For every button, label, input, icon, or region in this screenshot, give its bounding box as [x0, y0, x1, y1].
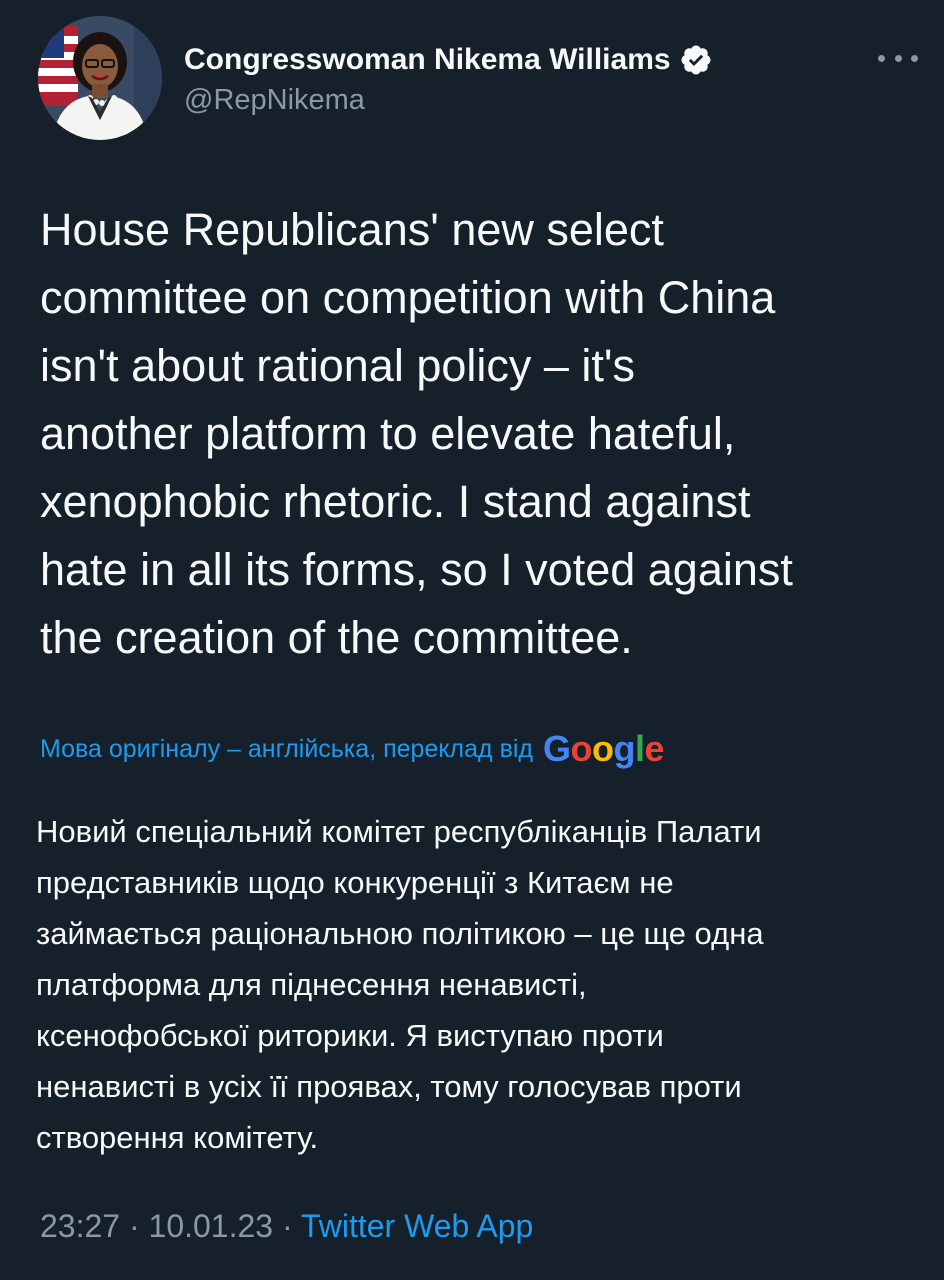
- translated-text-line: займається раціональною політикою – це щ…: [36, 916, 764, 951]
- more-options-icon[interactable]: [878, 48, 918, 68]
- meta-separator: ·: [281, 1208, 293, 1244]
- tweet-text-line: hate in all its forms, so I voted agains…: [40, 544, 793, 595]
- more-dot: [894, 54, 902, 62]
- translated-text-line: Новий спеціальний комітет республіканців…: [36, 814, 762, 849]
- translated-text-line: ненависті в усіх її проявах, тому голосу…: [36, 1069, 742, 1104]
- tweet-text-line: xenophobic rhetoric. I stand against: [40, 476, 751, 527]
- tweet-date[interactable]: 10.01.23: [149, 1208, 274, 1244]
- translated-text: Новий спеціальний комітет республіканців…: [36, 806, 926, 1163]
- more-dot: [911, 54, 918, 62]
- verified-badge-icon: [679, 43, 713, 77]
- tweet-meta: 23:27 · 10.01.23 · Twitter Web App: [40, 1208, 533, 1245]
- meta-separator: ·: [128, 1208, 140, 1244]
- google-logo-letter: o: [570, 728, 593, 769]
- tweet-text-line: House Republicans' new select: [40, 204, 664, 255]
- google-logo-letter: e: [644, 728, 665, 769]
- tweet-text-line: another platform to elevate hateful,: [40, 408, 736, 459]
- google-logo: Google: [543, 728, 665, 770]
- more-dot: [878, 54, 885, 62]
- display-name-row: Congresswoman Nikema Williams: [184, 40, 713, 80]
- translated-text-line: створення комітету.: [36, 1120, 319, 1155]
- avatar[interactable]: [38, 16, 162, 140]
- google-logo-letter: G: [543, 728, 571, 769]
- google-logo-letter: o: [592, 728, 614, 769]
- google-logo-letter: g: [613, 728, 636, 769]
- translated-text-line: представників щодо конкуренції з Китаєм …: [36, 865, 674, 900]
- tweet-header: Congresswoman Nikema Williams @RepNikema: [38, 16, 918, 142]
- tweet-source-link[interactable]: Twitter Web App: [301, 1208, 533, 1244]
- translation-label[interactable]: Мова оригіналу – англійська, переклад ві…: [40, 735, 533, 764]
- translated-text-line: ксенофобської риторики. Я виступаю проти: [36, 1018, 664, 1053]
- tweet-text-line: isn't about rational policy – it's: [40, 340, 635, 391]
- display-name[interactable]: Congresswoman Nikema Williams: [184, 43, 671, 77]
- author-names: Congresswoman Nikema Williams @RepNikema: [184, 40, 713, 117]
- translation-attribution[interactable]: Мова оригіналу – англійська, переклад ві…: [40, 726, 665, 772]
- google-logo-letter: l: [635, 728, 645, 769]
- tweet-time[interactable]: 23:27: [40, 1208, 120, 1244]
- avatar-image: [38, 16, 162, 140]
- tweet-text-line: the creation of the committee.: [40, 612, 633, 663]
- author-handle[interactable]: @RepNikema: [184, 84, 713, 117]
- tweet-text: House Republicans' new select committee …: [40, 196, 920, 672]
- tweet-text-line: committee on competition with China: [40, 272, 776, 323]
- translated-text-line: платформа для піднесення ненависті,: [36, 967, 587, 1002]
